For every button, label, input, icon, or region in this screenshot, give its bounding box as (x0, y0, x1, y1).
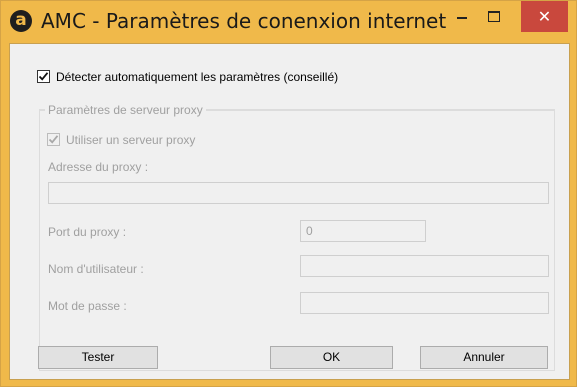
close-icon: ✕ (537, 7, 552, 26)
use-proxy-checkbox[interactable] (47, 133, 60, 146)
password-input[interactable] (300, 292, 549, 314)
ok-button[interactable]: OK (270, 346, 393, 369)
cancel-button[interactable]: Annuler (420, 346, 548, 369)
amc-logo-icon: a (10, 10, 32, 32)
title-bar[interactable]: a AMC - Paramètres de conenxion internet… (1, 1, 576, 43)
minimize-button[interactable] (447, 1, 477, 32)
checkmark-icon (48, 135, 59, 144)
maximize-icon (488, 11, 500, 22)
proxy-settings-group (39, 109, 555, 371)
proxy-group-legend: Paramètres de serveur proxy (45, 103, 206, 117)
use-proxy-label[interactable]: Utiliser un serveur proxy (66, 133, 195, 147)
maximize-button[interactable] (479, 1, 509, 32)
password-label: Mot de passe : (48, 299, 127, 313)
auto-detect-label[interactable]: Détecter automatiquement les paramètres … (56, 70, 338, 84)
minimize-icon (457, 16, 467, 19)
auto-detect-checkbox[interactable] (37, 70, 50, 83)
proxy-port-label: Port du proxy : (48, 225, 127, 239)
proxy-address-input[interactable] (48, 182, 549, 204)
close-button[interactable]: ✕ (521, 1, 568, 32)
proxy-port-input[interactable]: 0 (300, 220, 426, 242)
username-input[interactable] (300, 255, 549, 277)
dialog-content: Détecter automatiquement les paramètres … (9, 43, 570, 380)
dialog-window: a AMC - Paramètres de conenxion internet… (0, 0, 577, 387)
test-button[interactable]: Tester (38, 346, 158, 369)
proxy-address-label: Adresse du proxy : (48, 160, 149, 174)
username-label: Nom d'utilisateur : (48, 262, 144, 276)
checkmark-icon (38, 72, 49, 81)
window-title: AMC - Paramètres de conenxion internet (41, 9, 447, 33)
